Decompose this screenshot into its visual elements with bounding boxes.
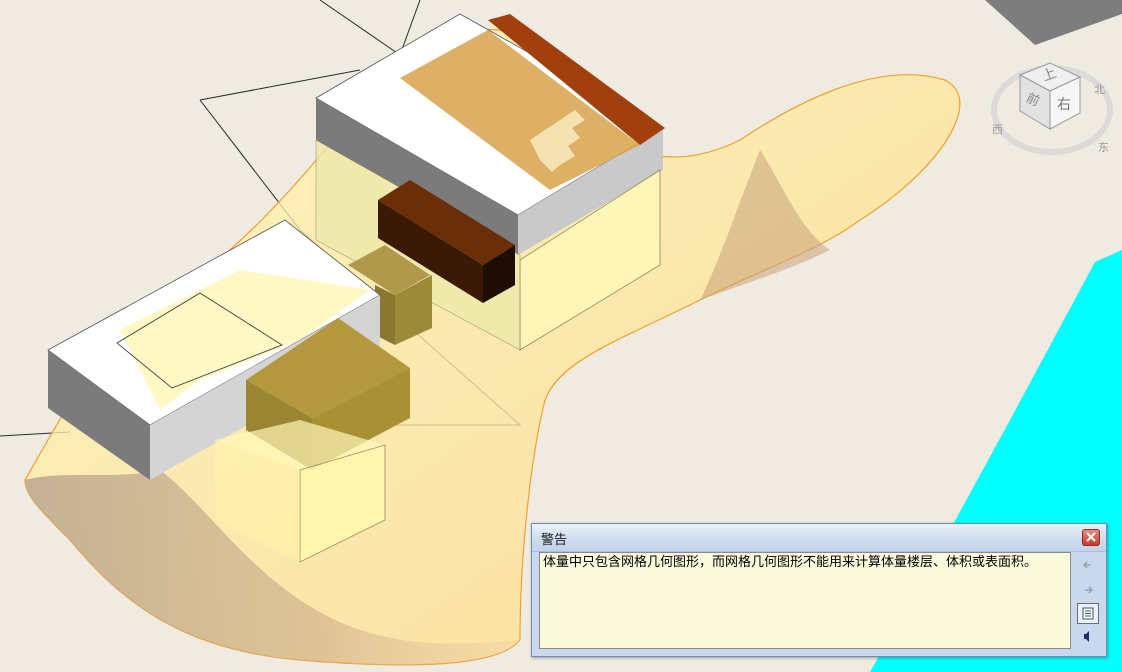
- next-warning-button[interactable]: [1077, 580, 1099, 601]
- previous-warning-button[interactable]: [1077, 555, 1099, 576]
- speaker-icon: [1084, 631, 1089, 642]
- compass-north[interactable]: 北: [1094, 81, 1105, 97]
- dialog-title: 警告: [541, 533, 568, 548]
- sound-button[interactable]: [1077, 626, 1099, 647]
- expand-dialog-button[interactable]: [1077, 603, 1099, 624]
- expand-icon: [1082, 607, 1094, 620]
- close-icon: [1086, 532, 1096, 542]
- dialog-message-area: 体量中只包含网格几何图形，而网格几何图形不能用来计算体量楼层、体积或表面积。: [539, 552, 1071, 649]
- dialog-message: 体量中只包含网格几何图形，而网格几何图形不能用来计算体量楼层、体积或表面积。: [543, 555, 1038, 570]
- close-button[interactable]: [1082, 529, 1100, 546]
- compass-west[interactable]: 西: [992, 121, 1003, 137]
- viewcube[interactable]: 上 前 右 北 东 西: [990, 55, 1115, 165]
- arrow-left-icon: [1082, 561, 1091, 569]
- compass-east[interactable]: 东: [1098, 139, 1109, 155]
- arrow-right-icon: [1085, 586, 1094, 594]
- dialog-titlebar[interactable]: 警告: [532, 524, 1106, 552]
- warning-dialog: 警告 体量中只包含网格几何图形，而网格几何图形不能用来计算体量楼层、体积或表面积…: [531, 523, 1107, 657]
- viewcube-face-right[interactable]: 右: [1057, 94, 1071, 114]
